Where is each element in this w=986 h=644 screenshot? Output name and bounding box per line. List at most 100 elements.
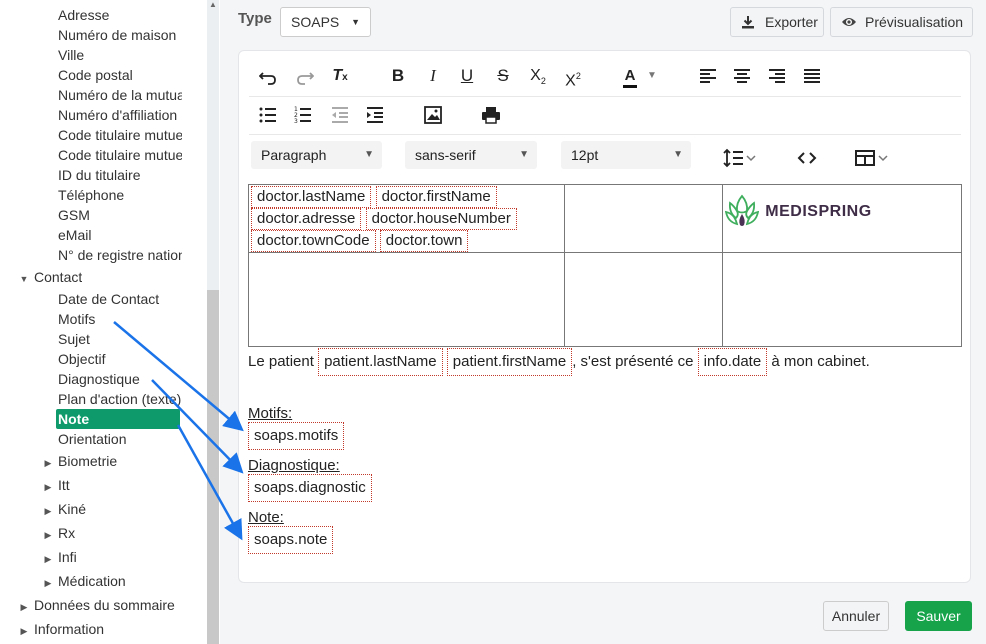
intro-paragraph[interactable]: Le patient patient.lastName patient.firs… [248, 348, 870, 376]
table-cell[interactable] [563, 252, 724, 347]
section-title: Note: [248, 509, 284, 526]
image-icon[interactable] [420, 103, 446, 127]
sidebar-item-code-postal[interactable]: Code postal [58, 65, 182, 85]
outdent-icon[interactable] [327, 103, 353, 127]
section-note[interactable]: Note: soaps.note [248, 509, 334, 554]
superscript-icon[interactable]: X2 [560, 64, 586, 89]
chevron-down-icon: ▼ [519, 149, 529, 160]
preview-button[interactable]: Prévisualisation [830, 7, 973, 37]
doctor-lastname-field[interactable]: doctor.lastName [251, 186, 372, 208]
sidebar-group-information[interactable]: ▶ Information [14, 619, 105, 639]
align-left-icon[interactable] [695, 64, 721, 88]
logo-text: MEDISPRING [765, 203, 872, 220]
sidebar-subgroup-biometrie[interactable]: ▶ Biometrie [38, 451, 118, 471]
sidebar-item-plan-action[interactable]: Plan d'action (texte) [58, 389, 182, 409]
sidebar-scroll-thumb[interactable] [207, 290, 219, 644]
clear-formatting-icon[interactable]: Tx [327, 64, 353, 88]
bold-icon[interactable]: B [385, 64, 411, 88]
align-right-icon[interactable] [764, 64, 790, 88]
sidebar-group-label: Kiné [58, 501, 87, 517]
print-icon[interactable] [478, 103, 504, 127]
line-height-icon[interactable] [723, 145, 759, 171]
sidebar-item-note-selected[interactable]: Note [56, 409, 180, 429]
section-title: Diagnostique: [248, 457, 340, 474]
sidebar-item-date-contact[interactable]: Date de Contact [58, 289, 182, 309]
font-size-value: 12pt [571, 147, 599, 163]
strikethrough-icon[interactable]: S [490, 64, 516, 88]
sidebar-item-sujet[interactable]: Sujet [58, 329, 182, 349]
italic-icon[interactable]: I [420, 64, 446, 88]
section-diagnostique[interactable]: Diagnostique: soaps.diagnostic [248, 458, 372, 502]
table-cell[interactable] [563, 184, 724, 253]
type-select-value: SOAPS [291, 14, 340, 30]
soaps-motifs-field[interactable]: soaps.motifs [248, 422, 345, 450]
underline-icon[interactable]: U [454, 64, 480, 88]
soaps-diagnostic-field[interactable]: soaps.diagnostic [248, 474, 372, 502]
intro-text-middle: , s'est présenté ce [572, 353, 694, 370]
sidebar-subgroup-infi[interactable]: ▶ Infi [38, 547, 77, 567]
info-date-field[interactable]: info.date [697, 348, 768, 376]
indent-icon[interactable] [362, 103, 388, 127]
chevron-down-icon[interactable]: ▼ [645, 64, 659, 88]
subscript-icon[interactable]: X2 [525, 64, 551, 88]
sidebar-item-numero-mutualite[interactable]: Numéro de la mutualité [58, 85, 182, 105]
doctor-towncode-field[interactable]: doctor.townCode [251, 230, 376, 252]
align-center-icon[interactable] [729, 64, 755, 88]
sidebar-item-code-titulaire-2[interactable]: Code titulaire mutuelle 2 [58, 145, 182, 165]
sidebar-group-label: Biometrie [58, 453, 118, 469]
sidebar-subgroup-rx[interactable]: ▶ Rx [38, 523, 76, 543]
intro-text-after: à mon cabinet. [771, 353, 870, 370]
doctor-firstname-field[interactable]: doctor.firstName [375, 186, 497, 208]
sidebar-item-email[interactable]: eMail [58, 225, 182, 245]
logo-cell[interactable]: MEDISPRING [722, 184, 962, 253]
doctor-info-cell[interactable]: doctor.lastName doctor.firstName doctor.… [248, 184, 565, 253]
doctor-housenumber-field[interactable]: doctor.houseNumber [365, 208, 517, 230]
font-color-icon[interactable]: A [619, 64, 641, 88]
sidebar-item-adresse[interactable]: Adresse [58, 5, 182, 25]
sidebar-item-motifs[interactable]: Motifs [58, 309, 182, 329]
sidebar-item-numero-maison[interactable]: Numéro de maison [58, 25, 182, 45]
sidebar-item-gsm[interactable]: GSM [58, 205, 182, 225]
sidebar-group-donnees-sommaire[interactable]: ▶ Données du sommaire [14, 595, 175, 615]
undo-icon[interactable] [255, 64, 281, 88]
cancel-button[interactable]: Annuler [823, 601, 889, 631]
sidebar-item-ville[interactable]: Ville [58, 45, 182, 65]
chevron-down-icon: ▼ [351, 17, 360, 27]
sidebar-subgroup-kine[interactable]: ▶ Kiné [38, 499, 87, 519]
doctor-town-field[interactable]: doctor.town [379, 230, 469, 252]
document-area[interactable]: doctor.lastName doctor.firstName doctor.… [248, 176, 964, 576]
table-icon[interactable] [855, 145, 891, 171]
bullet-list-icon[interactable] [255, 103, 281, 127]
sidebar-item-registre-national[interactable]: N° de registre national [58, 245, 182, 265]
block-format-select[interactable]: Paragraph ▼ [251, 141, 382, 169]
redo-icon[interactable] [292, 64, 318, 88]
scroll-up-icon[interactable]: ▲ [207, 0, 219, 10]
save-button[interactable]: Sauver [905, 601, 972, 631]
section-motifs[interactable]: Motifs: soaps.motifs [248, 406, 345, 450]
font-family-select[interactable]: sans-serif ▼ [405, 141, 537, 169]
export-button[interactable]: Exporter [730, 7, 824, 37]
patient-firstname-field[interactable]: patient.firstName [446, 348, 573, 376]
sidebar-subgroup-medication[interactable]: ▶ Médication [38, 571, 126, 591]
sidebar-item-code-titulaire-1[interactable]: Code titulaire mutuelle 1 [58, 125, 182, 145]
source-code-icon[interactable] [797, 145, 817, 171]
patient-lastname-field[interactable]: patient.lastName [318, 348, 443, 376]
align-justify-icon[interactable] [799, 64, 825, 88]
sidebar-group-contact[interactable]: ▼ Contact [14, 267, 83, 287]
sidebar-item-id-titulaire[interactable]: ID du titulaire [58, 165, 182, 185]
numbered-list-icon[interactable]: 123 [290, 103, 316, 127]
sidebar-subgroup-itt[interactable]: ▶ Itt [38, 475, 70, 495]
sidebar-item-objectif[interactable]: Objectif [58, 349, 182, 369]
table-cell[interactable] [722, 252, 962, 347]
font-size-select[interactable]: 12pt ▼ [561, 141, 691, 169]
intro-text-before: Le patient [248, 353, 314, 370]
sidebar-item-numero-affiliation[interactable]: Numéro d'affiliation [58, 105, 182, 125]
sidebar-group-label: Information [34, 621, 105, 637]
type-select[interactable]: SOAPS ▼ [280, 7, 371, 37]
doctor-adresse-field[interactable]: doctor.adresse [251, 208, 362, 230]
sidebar-item-orientation[interactable]: Orientation [58, 429, 182, 449]
sidebar-item-diagnostique[interactable]: Diagnostique [58, 369, 182, 389]
table-cell[interactable] [248, 252, 565, 347]
sidebar-item-telephone[interactable]: Téléphone [58, 185, 182, 205]
soaps-note-field[interactable]: soaps.note [248, 526, 334, 554]
